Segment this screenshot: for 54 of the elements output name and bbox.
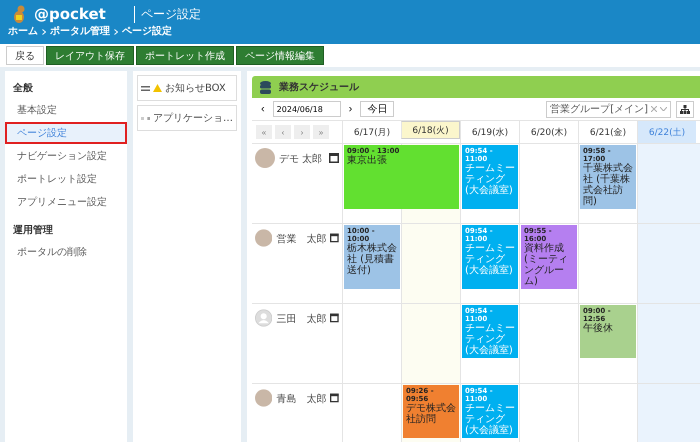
database-icon	[260, 80, 271, 94]
toolbar-button[interactable]: レイアウト保存	[46, 46, 134, 65]
sidebar-item[interactable]: ポートレット設定	[5, 168, 127, 190]
group-dropdown[interactable]: 営業グループ[メイン]	[546, 100, 671, 118]
sidebar-item[interactable]: ナビゲーション設定	[5, 145, 127, 167]
breadcrumb-link[interactable]: ホーム	[8, 26, 38, 38]
next-date-button[interactable]: ›	[346, 103, 356, 115]
section-heading: 運用管理	[12, 224, 54, 238]
schedule-title: 業務スケジュール	[279, 80, 359, 94]
toolbar-button[interactable]: ページ情報編集	[236, 46, 324, 65]
week-nav-button[interactable]: ‹	[275, 125, 291, 139]
page-title: ページ設定	[134, 6, 201, 22]
today-button[interactable]: 今日	[360, 101, 394, 117]
chevron-right-icon	[114, 29, 118, 35]
date-field[interactable]: 2024/06/18	[272, 101, 341, 117]
user-name: デモ 太郎	[279, 152, 324, 166]
user-name: 営業 太郎	[276, 232, 326, 246]
org-chart-button[interactable]	[676, 100, 694, 118]
toolbar-button[interactable]: ポートレット作成	[136, 46, 234, 65]
sidebar-item[interactable]: 基本設定	[5, 99, 127, 121]
calendar-icon[interactable]	[330, 392, 339, 403]
chevron-right-icon	[42, 29, 46, 35]
week-nav-button[interactable]: ›	[294, 125, 310, 139]
portlet-item[interactable]: アプリケーショ…	[137, 105, 237, 131]
week-nav-button[interactable]: »	[313, 125, 329, 139]
sidebar-item[interactable]: アプリメニュー設定	[5, 191, 127, 213]
calendar-icon[interactable]	[329, 152, 339, 163]
sidebar-item[interactable]: ポータルの削除	[5, 241, 127, 263]
hierarchy-icon	[680, 104, 690, 114]
drag-handle-icon	[141, 86, 150, 90]
sidebar-item[interactable]: ページ設定	[5, 122, 127, 144]
portlet-item[interactable]: お知らせBOX	[137, 75, 237, 101]
calendar-icon[interactable]	[330, 312, 339, 323]
breadcrumb-link[interactable]: ページ設定	[122, 26, 172, 38]
avatar-icon	[255, 228, 272, 248]
toolbar-button[interactable]: 戻る	[6, 46, 44, 65]
chevron-down-icon	[660, 107, 667, 111]
breadcrumb-link[interactable]: ポータル管理	[50, 26, 110, 38]
week-nav-button[interactable]: «	[256, 125, 272, 139]
previous-date-button[interactable]: ‹	[258, 103, 268, 115]
clear-icon	[651, 106, 657, 112]
avatar-icon	[255, 388, 272, 408]
day-header: 6/22(土)	[637, 121, 696, 143]
section-heading: 全般	[12, 82, 34, 96]
portlet-label: アプリケーショ…	[153, 112, 233, 125]
avatar-icon	[255, 148, 275, 168]
warning-icon	[153, 84, 162, 92]
portlet-label: お知らせBOX	[165, 82, 226, 95]
avatar-silhouette-icon	[255, 308, 272, 328]
user-name: 三田 太郎	[276, 312, 326, 326]
day-header: 6/18(火)	[401, 121, 460, 139]
calendar-icon[interactable]	[330, 232, 339, 243]
user-name: 青島 太郎	[276, 392, 326, 406]
logo-text: @pocket	[34, 5, 106, 23]
